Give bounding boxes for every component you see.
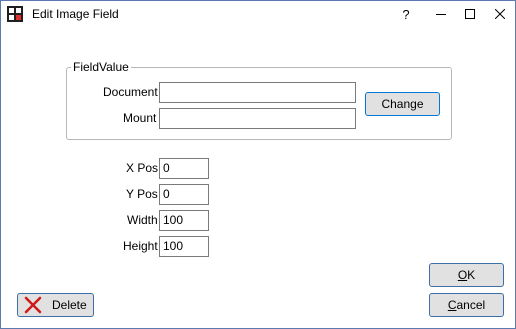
document-label: Document	[103, 85, 158, 99]
close-icon	[495, 9, 505, 19]
width-field[interactable]: 100	[159, 210, 209, 231]
field-value-group-label: FieldValue	[71, 60, 131, 74]
minimize-button[interactable]	[426, 1, 456, 27]
ok-label-rest: K	[467, 268, 476, 282]
title-bar[interactable]: Edit Image Field ?	[1, 1, 515, 28]
help-button[interactable]: ?	[391, 1, 421, 27]
mount-label: Mount	[123, 111, 157, 125]
cancel-button[interactable]: Cancel	[429, 293, 504, 317]
edit-image-field-dialog: Edit Image Field ? FieldValue Document M…	[0, 0, 516, 329]
cancel-label-rest: ancel	[456, 298, 486, 312]
width-label: Width	[127, 213, 158, 227]
xpos-field[interactable]: 0	[159, 158, 209, 179]
cancel-mnemonic: C	[447, 298, 457, 312]
help-icon: ?	[402, 6, 410, 22]
xpos-label: X Pos	[126, 161, 159, 175]
change-button-label: Change	[381, 97, 424, 111]
height-label: Height	[123, 239, 158, 253]
ok-button[interactable]: OK	[429, 263, 504, 287]
ok-mnemonic: O	[457, 268, 468, 282]
maximize-button[interactable]	[455, 1, 485, 27]
ypos-label: Y Pos	[126, 187, 158, 201]
maximize-icon	[465, 9, 475, 19]
height-field[interactable]: 100	[159, 236, 209, 257]
minimize-icon	[436, 14, 446, 15]
delete-button-label: Delete	[52, 298, 87, 312]
delete-x-icon	[24, 296, 42, 314]
window-title: Edit Image Field	[32, 7, 119, 21]
mount-field[interactable]	[159, 108, 356, 129]
document-field[interactable]	[159, 82, 356, 103]
delete-button[interactable]: Delete	[17, 293, 94, 317]
app-grid-icon	[7, 6, 23, 22]
close-button[interactable]	[485, 1, 515, 27]
ypos-field[interactable]: 0	[159, 184, 209, 205]
change-button[interactable]: Change	[365, 92, 440, 116]
